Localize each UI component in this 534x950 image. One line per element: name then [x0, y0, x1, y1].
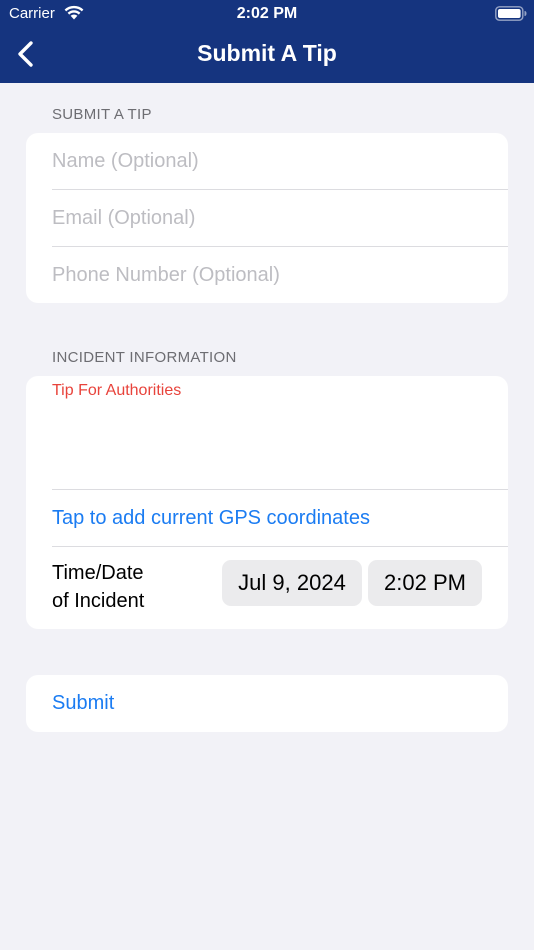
submit-card: Submit — [26, 675, 508, 732]
contact-info-card: Name (Optional) Email (Optional) Phone N… — [26, 133, 508, 303]
section-header-incident: INCIDENT INFORMATION — [52, 349, 237, 366]
page-title: Submit A Tip — [197, 40, 337, 66]
gps-coordinates-link[interactable]: Tap to add current GPS coordinates — [52, 490, 508, 547]
time-date-label-line1: Time/Date — [52, 562, 144, 584]
time-picker-button[interactable]: 2:02 PM — [368, 560, 482, 606]
time-date-label-line2: of Incident — [52, 590, 145, 612]
tip-text-area[interactable]: Tip For Authorities — [26, 376, 508, 490]
tip-label: Tip For Authorities — [52, 382, 182, 399]
submit-button[interactable]: Submit — [52, 675, 508, 732]
date-picker-button[interactable]: Jul 9, 2024 — [222, 560, 362, 606]
time-date-row: Time/Date of Incident Jul 9, 2024 2:02 P… — [26, 547, 508, 629]
section-header-submit-tip: SUBMIT A TIP — [52, 106, 152, 123]
name-field[interactable]: Name (Optional) — [52, 133, 508, 190]
incident-card: Tip For Authorities Tap to add current G… — [26, 376, 508, 629]
time-date-label: Time/Date of Incident — [52, 559, 144, 615]
status-time: 2:02 PM — [236, 5, 298, 22]
battery-icon — [495, 6, 527, 21]
email-field[interactable]: Email (Optional) — [52, 190, 508, 247]
status-bar: Carrier 2:02 PM — [0, 0, 534, 28]
navigation-bar: Carrier 2:02 PM Submit A Tip — [0, 0, 534, 83]
phone-field[interactable]: Phone Number (Optional) — [52, 247, 508, 303]
